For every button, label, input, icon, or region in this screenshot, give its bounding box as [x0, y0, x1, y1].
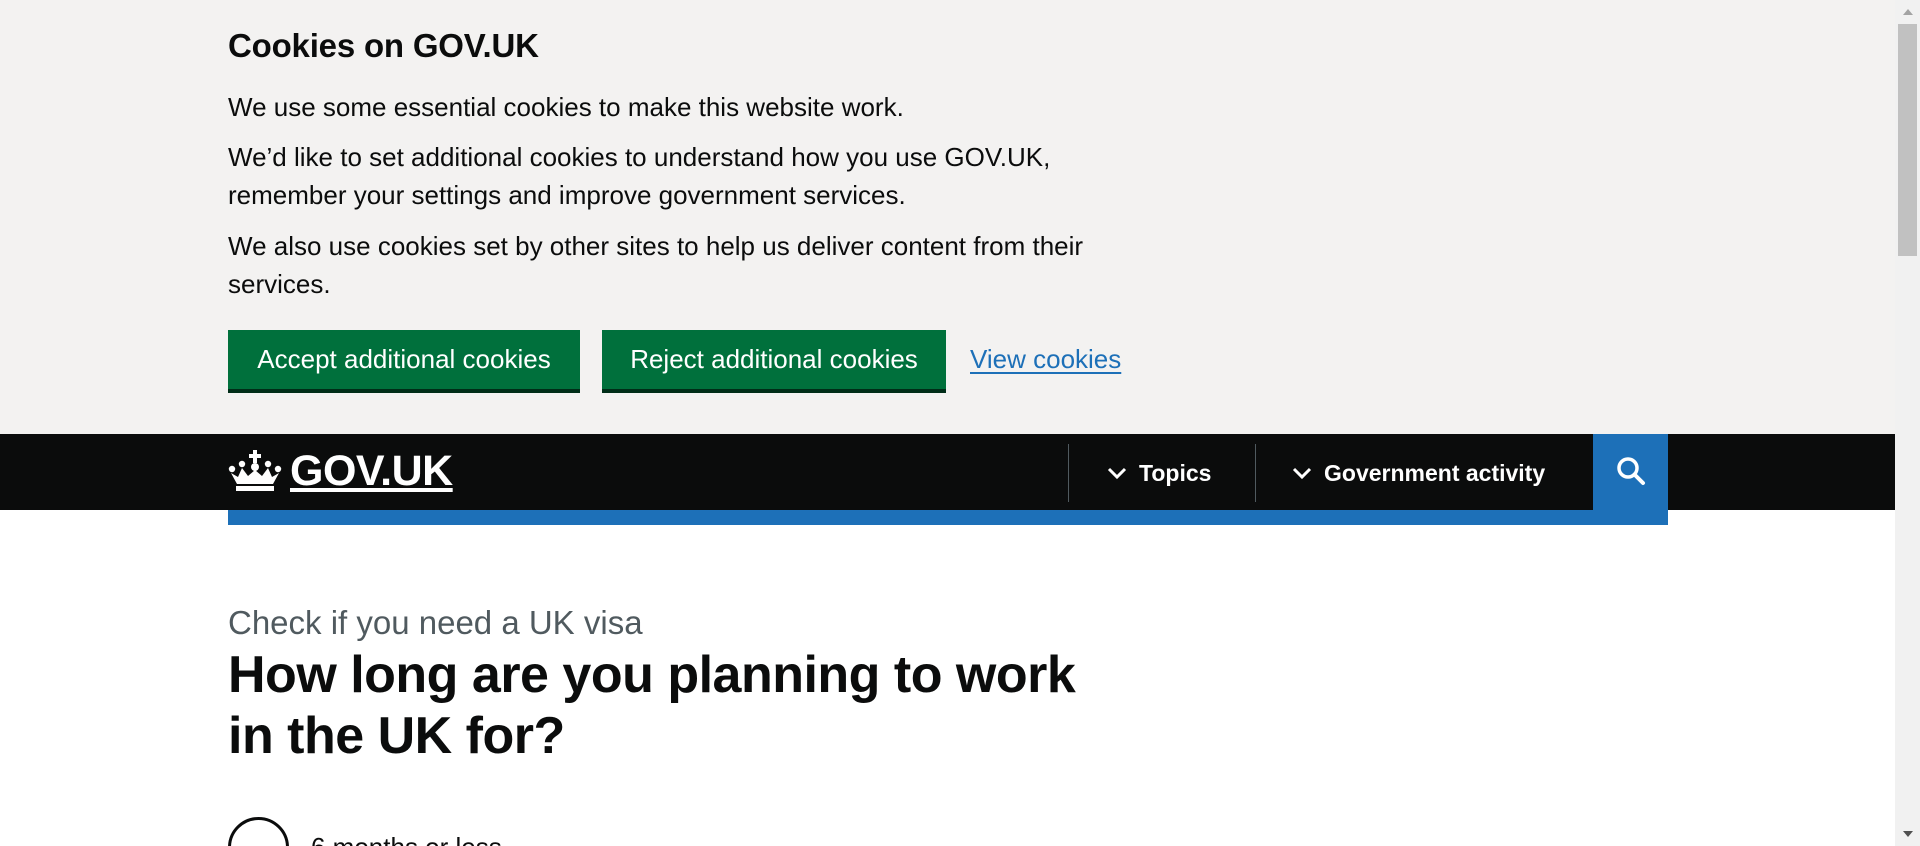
nav-topics-label: Topics — [1139, 459, 1212, 486]
cookie-banner-text-third-party: We also use cookies set by other sites t… — [228, 231, 1084, 299]
page: Cookies on GOV.UK We use some essential … — [0, 0, 1895, 846]
search-icon — [1616, 456, 1646, 489]
page-caption: Check if you need a UK visa — [228, 604, 643, 641]
radio-button[interactable] — [228, 817, 289, 846]
reject-cookies-button[interactable]: Reject additional cookies — [602, 330, 946, 389]
nav-government-activity-label: Government activity — [1324, 459, 1546, 486]
scrollbar-thumb[interactable] — [1898, 24, 1917, 256]
chevron-down-icon — [1107, 460, 1127, 487]
page-title: How long are you planning to work in the… — [228, 646, 1076, 765]
site-header: GOV.UK Topics Government activity — [0, 434, 1895, 510]
page-scrollbar[interactable] — [1895, 0, 1920, 846]
govuk-home-link[interactable]: GOV.UK — [228, 447, 453, 495]
radio-option-label: 6 months or less — [311, 830, 502, 846]
nav-government-activity-button[interactable]: Government activity — [1255, 444, 1593, 502]
chevron-down-icon — [1292, 460, 1312, 487]
cookie-banner-title: Cookies on GOV.UK — [228, 27, 539, 64]
radio-option[interactable]: 6 months or less — [228, 817, 502, 846]
scroll-up-arrow-icon[interactable] — [1895, 0, 1920, 24]
cookie-banner-content: Cookies on GOV.UK We use some essential … — [228, 22, 1148, 316]
accept-cookies-button[interactable]: Accept additional cookies — [228, 330, 580, 389]
header-accent-bar — [228, 510, 1668, 525]
cookie-banner-actions: Accept additional cookies Reject additio… — [228, 330, 1121, 389]
cookie-banner: Cookies on GOV.UK We use some essential … — [0, 0, 1895, 434]
cookie-banner-text-additional: We’d like to set additional cookies to u… — [228, 142, 1051, 210]
view-cookies-link[interactable]: View cookies — [970, 344, 1121, 375]
govuk-logo-text: GOV.UK — [290, 447, 453, 495]
search-button[interactable] — [1593, 434, 1668, 510]
crown-icon — [228, 450, 282, 492]
nav-topics-button[interactable]: Topics — [1068, 444, 1255, 502]
cookie-banner-text-essential: We use some essential cookies to make th… — [228, 92, 904, 122]
scroll-down-arrow-icon[interactable] — [1895, 822, 1920, 846]
